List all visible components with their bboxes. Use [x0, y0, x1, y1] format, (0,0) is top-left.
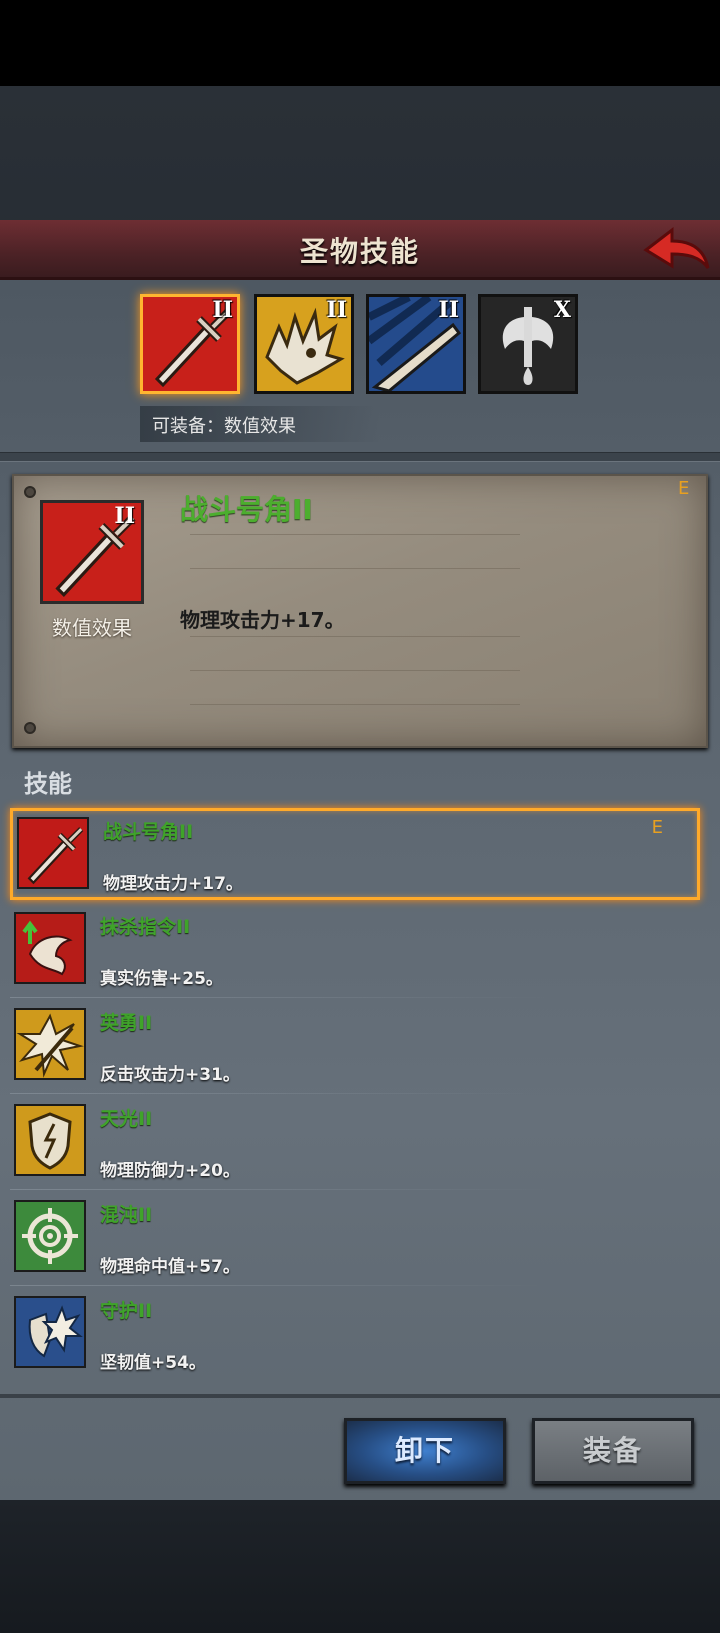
sword-icon	[19, 819, 87, 887]
divider	[0, 1394, 720, 1398]
row-separator	[10, 1285, 550, 1286]
skill-name: 天光II	[100, 1108, 153, 1130]
skill-row[interactable]: 英勇II 反击攻击力+31。	[10, 1002, 700, 1094]
skills-section-title: 技能	[24, 770, 72, 798]
skill-name: 英勇II	[100, 1012, 153, 1034]
skill-icon	[14, 1008, 86, 1080]
equip-hint: 可装备：数值效果	[140, 406, 380, 442]
skill-effect: 真实伤害+25。	[100, 969, 223, 989]
skill-icon	[14, 1296, 86, 1368]
skill-effect: 反击攻击力+31。	[100, 1065, 240, 1085]
back-arrow-icon	[643, 226, 710, 269]
strike-icon	[16, 914, 84, 982]
detail-tier-label: II	[114, 503, 135, 529]
slot-tier-label: X	[553, 297, 571, 323]
skill-row[interactable]: 抹杀指令II 真实伤害+25。	[10, 906, 700, 998]
skill-icon	[14, 1104, 86, 1176]
guard-icon	[16, 1298, 84, 1366]
slot-tier-label: II	[212, 297, 233, 323]
shield-icon	[16, 1106, 84, 1174]
skill-name: 战斗号角II	[103, 821, 194, 843]
skill-effect: 物理命中值+57。	[100, 1257, 240, 1277]
skill-row[interactable]: 天光II 物理防御力+20。	[10, 1098, 700, 1190]
target-icon	[16, 1202, 84, 1270]
row-separator	[10, 997, 550, 998]
unequip-button[interactable]: 卸下	[344, 1418, 506, 1484]
detail-effect: 物理攻击力+17。	[180, 608, 345, 632]
ruled-line	[190, 704, 520, 705]
ruled-line	[190, 636, 520, 637]
equip-button[interactable]: 装备	[532, 1418, 694, 1484]
ruled-line	[190, 534, 520, 535]
rivet	[24, 722, 36, 734]
rivet	[24, 486, 36, 498]
relic-slot-beast[interactable]: II	[254, 294, 354, 394]
detail-icon-label: 数值效果	[52, 616, 132, 640]
equipped-tag: E	[651, 817, 663, 838]
skill-row[interactable]: 混沌II 物理命中值+57。	[10, 1194, 700, 1286]
divider	[0, 452, 720, 462]
ruled-line	[190, 670, 520, 671]
skill-name: 混沌II	[100, 1204, 153, 1226]
skill-icon	[17, 817, 89, 889]
row-separator	[10, 1189, 550, 1190]
skill-name: 抹杀指令II	[100, 916, 191, 938]
detail-name: 战斗号角II	[180, 493, 313, 526]
status-bar	[0, 0, 720, 86]
relic-slot-axe[interactable]: X	[478, 294, 578, 394]
skill-row[interactable]: 守护II 坚韧值+54。	[10, 1290, 700, 1382]
relic-slot-claw[interactable]: II	[366, 294, 466, 394]
skill-effect: 坚韧值+54。	[100, 1353, 206, 1373]
skill-name: 守护II	[100, 1300, 153, 1322]
relic-slot-sword[interactable]: II	[140, 294, 240, 394]
slot-tier-label: II	[438, 297, 459, 323]
skill-row[interactable]: 战斗号角II 物理攻击力+17。 E	[10, 808, 700, 900]
bottom-backdrop	[0, 1500, 720, 1633]
ruled-line	[190, 568, 520, 569]
slot-tier-label: II	[326, 297, 347, 323]
back-button[interactable]	[642, 224, 712, 276]
equipped-tag: E	[678, 478, 690, 499]
skill-icon	[14, 1200, 86, 1272]
skill-effect: 物理防御力+20。	[100, 1161, 240, 1181]
page-title: 圣物技能	[299, 235, 420, 268]
row-separator	[10, 1093, 550, 1094]
burst-icon	[16, 1010, 84, 1078]
skill-effect: 物理攻击力+17。	[103, 874, 243, 894]
detail-relic-icon: II	[40, 500, 144, 604]
skill-icon	[14, 912, 86, 984]
